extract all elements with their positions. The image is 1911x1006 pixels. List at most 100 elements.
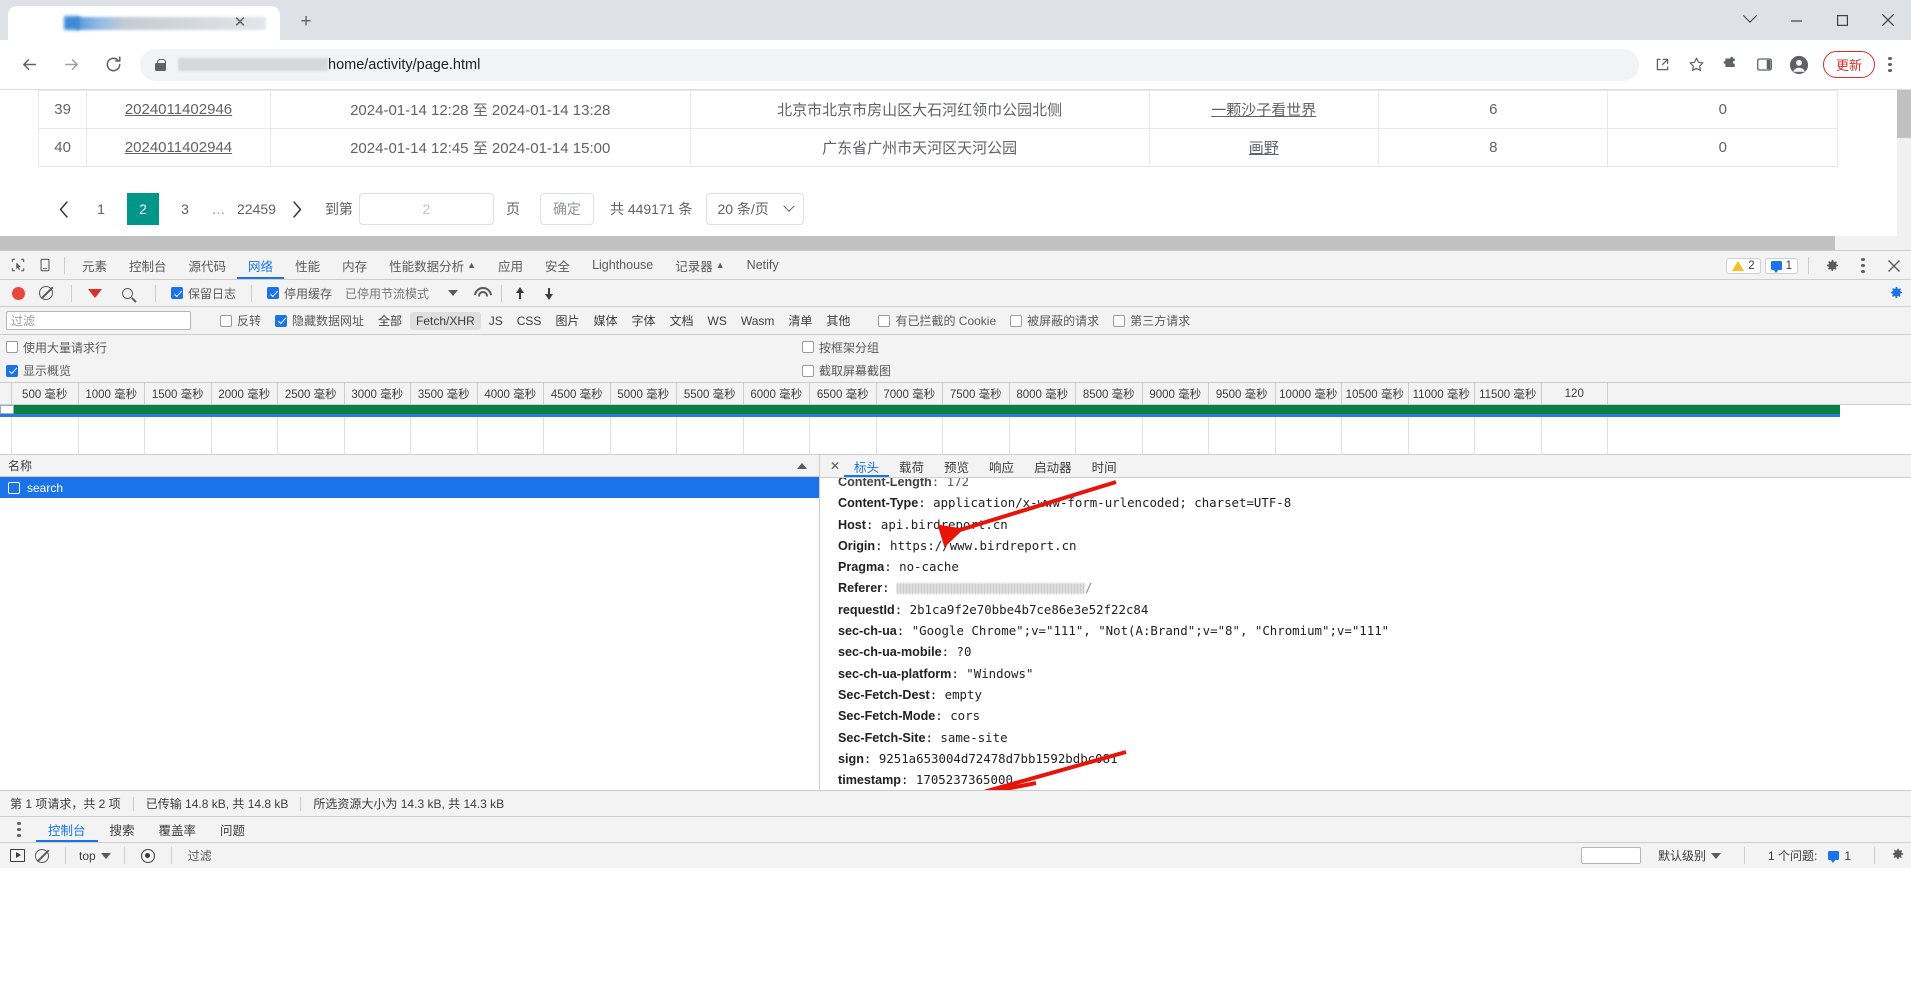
share-icon[interactable] — [1647, 49, 1679, 81]
hide-data-urls-checkbox[interactable]: 隐藏数据网址 — [268, 312, 371, 329]
live-expression-icon[interactable] — [140, 848, 155, 863]
close-detail-icon[interactable]: ✕ — [826, 459, 844, 473]
disable-cache-checkbox[interactable]: 停用缓存 — [260, 285, 339, 302]
inspect-element-icon[interactable] — [4, 253, 31, 278]
network-conditions-icon[interactable] — [474, 287, 489, 299]
big-request-rows-checkbox[interactable]: 使用大量请求行 — [6, 339, 114, 356]
console-sidebar-icon[interactable] — [10, 849, 25, 862]
page-button-1[interactable]: 1 — [85, 193, 117, 225]
devtools-tab-sources[interactable]: 源代码 — [178, 251, 238, 279]
page-button-2[interactable]: 2 — [127, 193, 159, 225]
back-icon[interactable] — [12, 48, 46, 82]
detail-tab-headers[interactable]: 标头 — [844, 455, 889, 477]
filter-type-js[interactable]: JS — [483, 312, 509, 330]
filter-type-css[interactable]: CSS — [511, 312, 548, 330]
checkbox-icon[interactable] — [171, 287, 183, 299]
drawer-tab-console[interactable]: 控制台 — [36, 817, 98, 842]
group-by-frame-checkbox[interactable]: 按框架分组 — [795, 339, 886, 356]
checkbox-icon[interactable] — [802, 364, 814, 377]
row-code-link[interactable]: 2024011402946 — [125, 101, 232, 118]
sort-ascending-icon[interactable] — [797, 462, 807, 469]
row-user-link[interactable]: 一颗沙子看世界 — [1211, 102, 1316, 119]
row-user-link[interactable]: 画野 — [1249, 140, 1279, 157]
page-button-last[interactable]: 22459 — [237, 193, 276, 225]
checkbox-icon[interactable] — [275, 314, 288, 327]
browser-tab[interactable]: ✕ — [8, 6, 280, 40]
devtools-tab-elements[interactable]: 元素 — [71, 251, 118, 279]
goto-page-input[interactable]: 2 — [358, 193, 494, 225]
settings-gear-icon[interactable] — [1819, 253, 1846, 278]
row-user[interactable]: 一颗沙子看世界 — [1148, 90, 1380, 129]
detail-tab-initiator[interactable]: 启动器 — [1024, 455, 1082, 477]
prev-page-button[interactable] — [48, 193, 80, 225]
third-party-checkbox[interactable]: 第三方请求 — [1106, 312, 1197, 329]
console-level-select[interactable]: 默认级别 — [1651, 847, 1728, 864]
devtools-more-icon[interactable] — [1850, 250, 1876, 282]
clear-icon[interactable] — [39, 286, 53, 300]
filter-type-doc[interactable]: 文档 — [663, 310, 699, 331]
request-row-search[interactable]: search — [0, 477, 819, 498]
checkbox-icon[interactable] — [220, 314, 232, 327]
page-vertical-scrollbar[interactable] — [1897, 90, 1911, 250]
device-toolbar-icon[interactable] — [31, 253, 58, 278]
devtools-tab-netify[interactable]: Netify — [736, 251, 790, 279]
devtools-tab-performance-insights[interactable]: 性能数据分析 ▲ — [378, 251, 487, 279]
filter-type-img[interactable]: 图片 — [549, 310, 585, 331]
console-filter-input[interactable]: 过滤 — [188, 847, 212, 864]
page-button-3[interactable]: 3 — [169, 193, 201, 225]
devtools-tab-network[interactable]: 网络 — [237, 251, 284, 279]
profile-avatar-icon[interactable] — [1783, 49, 1815, 81]
console-settings-input[interactable] — [1580, 847, 1641, 864]
address-bar[interactable]: home/activity/page.html — [140, 48, 1639, 81]
detail-tab-preview[interactable]: 预览 — [934, 455, 979, 477]
bookmark-star-icon[interactable] — [1681, 49, 1713, 81]
network-overview[interactable] — [0, 405, 1911, 455]
confirm-button[interactable]: 确定 — [539, 193, 594, 225]
drawer-tab-coverage[interactable]: 覆盖率 — [147, 817, 209, 842]
devtools-tab-console[interactable]: 控制台 — [118, 251, 178, 279]
filter-type-other[interactable]: 其他 — [820, 310, 856, 331]
export-har-icon[interactable] — [543, 286, 556, 300]
console-issues-badge[interactable]: 1 个问题: 1 — [1761, 847, 1858, 864]
row-code-link[interactable]: 2024011402944 — [125, 139, 232, 156]
throttling-select[interactable]: 已停用节流模式 — [341, 285, 436, 302]
maximize-icon[interactable] — [1819, 0, 1865, 40]
forward-icon[interactable] — [54, 48, 88, 82]
extensions-icon[interactable] — [1715, 49, 1747, 81]
browser-menu-icon[interactable] — [1877, 49, 1903, 81]
console-settings-gear-icon[interactable] — [1891, 847, 1905, 864]
blocked-cookies-checkbox[interactable]: 有已拦截的 Cookie — [871, 312, 1003, 329]
filter-type-fetch-xhr[interactable]: Fetch/XHR — [410, 311, 481, 330]
blocked-requests-checkbox[interactable]: 被屏蔽的请求 — [1003, 312, 1106, 329]
filter-type-wasm[interactable]: Wasm — [735, 312, 781, 330]
devtools-settings-highlight-icon[interactable] — [1889, 285, 1904, 303]
detail-tab-timing[interactable]: 时间 — [1082, 455, 1127, 477]
checkbox-icon[interactable] — [267, 287, 280, 299]
devtools-tab-security[interactable]: 安全 — [534, 251, 581, 279]
next-page-button[interactable] — [281, 193, 313, 225]
checkbox-icon[interactable] — [1010, 314, 1023, 327]
tab-search-icon[interactable] — [1727, 0, 1773, 40]
scroll-thumb[interactable] — [1897, 90, 1911, 138]
chevron-down-icon[interactable] — [448, 290, 459, 296]
checkbox-icon[interactable] — [6, 341, 18, 353]
filter-type-ws[interactable]: WS — [702, 312, 733, 330]
drawer-more-icon[interactable] — [6, 814, 32, 846]
filter-type-font[interactable]: 字体 — [625, 310, 661, 331]
close-window-icon[interactable] — [1865, 0, 1911, 40]
reload-icon[interactable] — [96, 48, 130, 82]
update-button[interactable]: 更新 — [1822, 51, 1875, 78]
detail-tab-response[interactable]: 响应 — [979, 455, 1024, 477]
detail-tab-payload[interactable]: 载荷 — [889, 455, 934, 477]
minimize-icon[interactable] — [1773, 0, 1819, 40]
filter-type-media[interactable]: 媒体 — [587, 310, 623, 331]
checkbox-icon[interactable] — [6, 364, 18, 377]
capture-screenshots-checkbox[interactable]: 截取屏幕截图 — [795, 362, 898, 379]
filter-type-all[interactable]: 全部 — [372, 310, 408, 331]
invert-checkbox[interactable]: 反转 — [213, 312, 268, 329]
devtools-tab-lighthouse[interactable]: Lighthouse — [581, 251, 664, 279]
table-row[interactable]: 39 2024011402946 2024-01-14 12:28 至 2024… — [37, 90, 1838, 129]
row-code[interactable]: 2024011402944 — [86, 128, 271, 167]
show-overview-checkbox[interactable]: 显示概览 — [6, 362, 78, 379]
filter-type-manifest[interactable]: 清单 — [782, 310, 818, 331]
